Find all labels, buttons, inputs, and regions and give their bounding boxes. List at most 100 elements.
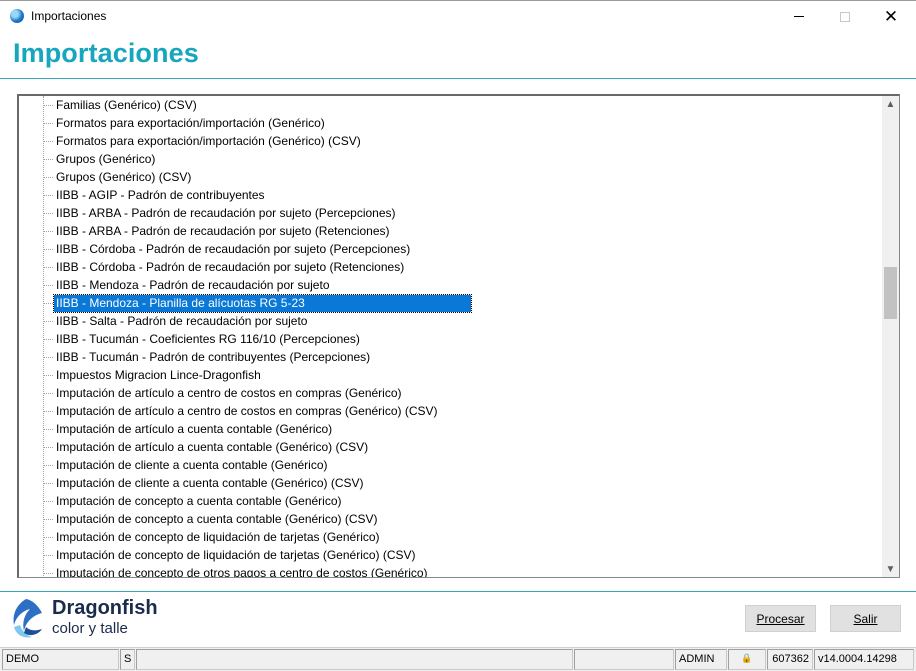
tree-item-label: IIBB - Mendoza - Padrón de recaudación p… [56, 278, 330, 292]
tree-item-label: IIBB - ARBA - Padrón de recaudación por … [56, 224, 390, 238]
tree-item[interactable]: Imputación de concepto a cuenta contable… [43, 510, 863, 528]
tree-item-selected[interactable]: IIBB - Mendoza - Planilla de alícuotas R… [43, 294, 863, 313]
tree-item[interactable]: Imputación de concepto de liquidación de… [43, 546, 863, 564]
tree-item-label: Grupos (Genérico) (CSV) [56, 170, 192, 184]
tree-list: Familias (Genérico) (CSV) Formatos para e… [19, 96, 882, 578]
dragonfish-logo-icon [13, 599, 42, 638]
tree-branch-connector [43, 285, 53, 286]
close-button[interactable]: ✕ [868, 1, 914, 32]
tree-item-label: Imputación de artículo a cuenta contable… [56, 440, 369, 454]
tree-branch-connector [43, 159, 53, 160]
tree-branch-connector [43, 267, 53, 268]
tree-item-label: Familias (Genérico) (CSV) [56, 98, 197, 112]
tree-item-label: IIBB - Córdoba - Padrón de recaudación p… [56, 242, 411, 256]
brand-tagline: color y talle [52, 620, 128, 637]
tree-item-label: IIBB - Salta - Padrón de recaudación por… [56, 314, 308, 328]
tree-branch-connector [43, 105, 53, 106]
tree-item[interactable]: Imputación de cliente a cuenta contable … [43, 456, 863, 474]
tree-branch-connector [43, 213, 53, 214]
minimize-button[interactable] [776, 1, 822, 32]
tree-branch-connector [43, 483, 53, 484]
salir-button[interactable]: Salir [830, 605, 901, 632]
status-version: v14.0004.14298 [814, 649, 914, 670]
tree-item[interactable]: Imputación de concepto de liquidación de… [43, 528, 863, 546]
tree-item-label: IIBB - ARBA - Padrón de recaudación por … [56, 206, 396, 220]
tree-item[interactable]: Imputación de artículo a cuenta contable… [43, 438, 863, 456]
tree-item-label: Imputación de cliente a cuenta contable … [56, 458, 328, 472]
vertical-scrollbar[interactable]: ▲ ▼ [882, 96, 899, 577]
scroll-thumb[interactable] [884, 267, 897, 319]
tree-item-label: Imputación de artículo a centro de costo… [56, 404, 438, 418]
maximize-icon [840, 11, 850, 22]
tree-item[interactable]: IIBB - ARBA - Padrón de recaudación por … [43, 222, 863, 240]
status-number: 607362 [767, 649, 813, 670]
tree-item[interactable]: IIBB - ARBA - Padrón de recaudación por … [43, 204, 863, 222]
tree-item[interactable]: Imputación de artículo a centro de costo… [43, 384, 863, 402]
tree-item-label: Impuestos Migracion Lince-Dragonfish [56, 368, 261, 382]
tree-item-label: IIBB - AGIP - Padrón de contribuyentes [56, 188, 265, 202]
tree-item[interactable]: Imputación de cliente a cuenta contable … [43, 474, 863, 492]
procesar-button[interactable]: Procesar [745, 605, 816, 632]
close-icon: ✕ [883, 6, 899, 26]
tree-item[interactable]: IIBB - Salta - Padrón de recaudación por… [43, 312, 863, 330]
status-bar: DEMO S ADMIN 🔒 607362 v14.0004.14298 [0, 647, 916, 671]
tree-item-label: Imputación de concepto de otros pagos a … [56, 566, 428, 578]
tree-item[interactable]: Imputación de artículo a centro de costo… [43, 402, 863, 420]
window-title: Importaciones [31, 9, 107, 23]
tree-item-label: Imputación de concepto a cuenta contable… [56, 512, 378, 526]
scroll-up-arrow-icon[interactable]: ▲ [882, 96, 899, 113]
tree-branch-connector [43, 357, 53, 358]
tree-branch-connector [43, 231, 53, 232]
tree-item[interactable]: Imputación de artículo a cuenta contable… [43, 420, 863, 438]
status-flag: S [120, 649, 135, 670]
tree-item-label: IIBB - Mendoza - Planilla de alícuotas R… [53, 294, 472, 313]
status-message [136, 649, 573, 670]
tree-item-label: Imputación de artículo a centro de costo… [56, 386, 402, 400]
tree-branch-connector [43, 447, 53, 448]
title-bar: Importaciones ✕ [0, 0, 916, 31]
tree-item[interactable]: Imputación de concepto de otros pagos a … [43, 564, 863, 578]
tree-branch-connector [43, 411, 53, 412]
tree-item[interactable]: IIBB - Tucumán - Coeficientes RG 116/10 … [43, 330, 863, 348]
tree-item[interactable]: Formatos para exportación/importación (G… [43, 114, 863, 132]
tree-item-label: Imputación de concepto de liquidación de… [56, 530, 380, 544]
tree-item[interactable]: Familias (Genérico) (CSV) [43, 96, 863, 114]
tree-branch-connector [43, 321, 53, 322]
tree-item[interactable]: Grupos (Genérico) (CSV) [43, 168, 863, 186]
scroll-down-arrow-icon[interactable]: ▼ [882, 561, 899, 577]
tree-item[interactable]: IIBB - Mendoza - Padrón de recaudación p… [43, 276, 863, 294]
tree-item-label: Imputación de cliente a cuenta contable … [56, 476, 364, 490]
import-tree[interactable]: Familias (Genérico) (CSV) Formatos para e… [17, 94, 900, 578]
tree-item[interactable]: Grupos (Genérico) [43, 150, 863, 168]
tree-item[interactable]: IIBB - Córdoba - Padrón de recaudación p… [43, 240, 863, 258]
tree-item-label: Imputación de artículo a cuenta contable… [56, 422, 333, 436]
tree-branch-connector [43, 375, 53, 376]
tree-item-label: Formatos para exportación/importación (G… [56, 116, 325, 130]
tree-item[interactable]: IIBB - AGIP - Padrón de contribuyentes [43, 186, 863, 204]
tree-item[interactable]: Imputación de concepto a cuenta contable… [43, 492, 863, 510]
maximize-button[interactable] [822, 1, 868, 32]
tree-item-label: Imputación de concepto de liquidación de… [56, 548, 416, 562]
tree-branch-connector [43, 339, 53, 340]
status-user: ADMIN [675, 649, 727, 670]
header-divider [0, 78, 916, 79]
tree-item[interactable]: Impuestos Migracion Lince-Dragonfish [43, 366, 863, 384]
tree-item[interactable]: IIBB - Córdoba - Padrón de recaudación p… [43, 258, 863, 276]
tree-branch-connector [43, 393, 53, 394]
tree-item-label: IIBB - Córdoba - Padrón de recaudación p… [56, 260, 405, 274]
tree-item[interactable]: Formatos para exportación/importación (G… [43, 132, 863, 150]
status-empty [574, 649, 674, 670]
tree-item-label: Imputación de concepto a cuenta contable… [56, 494, 342, 508]
minimize-icon [794, 16, 804, 17]
footer-divider [0, 591, 916, 592]
tree-branch-connector [43, 177, 53, 178]
tree-item[interactable]: IIBB - Tucumán - Padrón de contribuyente… [43, 348, 863, 366]
page-title: Importaciones [13, 38, 199, 68]
tree-item-label: Grupos (Genérico) [56, 152, 156, 166]
tree-branch-connector [43, 537, 53, 538]
tree-item-label: IIBB - Tucumán - Coeficientes RG 116/10 … [56, 332, 360, 346]
status-mode: DEMO [2, 649, 119, 670]
lock-icon: 🔒 [728, 649, 766, 670]
tree-branch-connector [43, 141, 53, 142]
brand-name: Dragonfish [52, 597, 158, 619]
